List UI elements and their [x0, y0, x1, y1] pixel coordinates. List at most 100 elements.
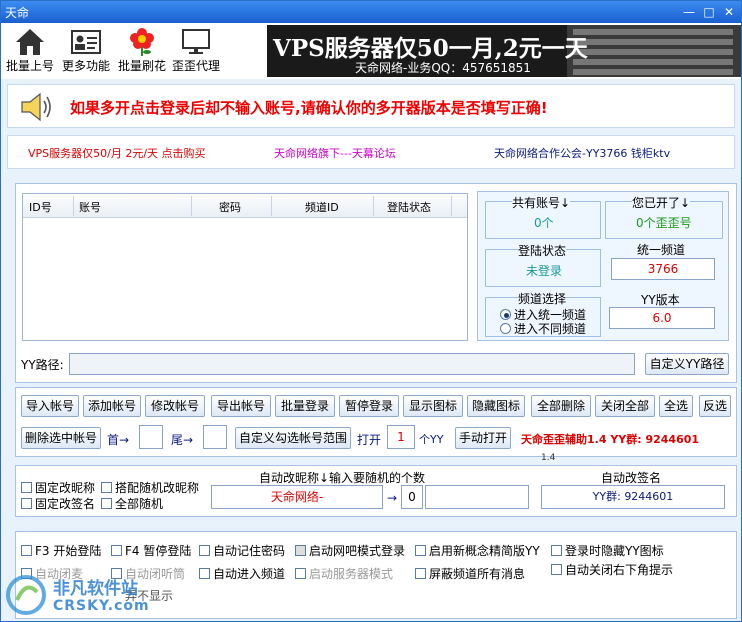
id-card-icon [71, 30, 101, 54]
batch-login-button[interactable]: 批量登录 [275, 395, 335, 417]
checkbox-icon [415, 545, 426, 556]
radio-different-channel[interactable]: 进入不同频道 [500, 320, 586, 337]
checkbox-icon [199, 545, 210, 556]
batch-flower-tool[interactable]: 批量刷花 [115, 27, 169, 77]
manual-open-button[interactable]: 手动打开 [455, 427, 511, 449]
random-nick-checkbox[interactable]: 搭配随机改昵称 [101, 479, 199, 496]
export-accounts-button[interactable]: 导出帐号 [211, 395, 271, 417]
open-unit-label: 个YY [419, 433, 444, 446]
auto-sign-label: 自动改签名 [601, 471, 662, 485]
col-password[interactable]: 密码 [219, 199, 241, 215]
login-status-label: 登陆状态 [518, 242, 567, 259]
col-id[interactable]: ID号 [29, 199, 52, 215]
title-bar[interactable]: 天命 — □ ✕ [1, 1, 741, 23]
first-index-input[interactable] [139, 425, 163, 449]
unified-channel-input[interactable]: 3766 [611, 258, 715, 280]
auto-channel-checkbox[interactable]: 自动进入频道 [199, 565, 285, 582]
select-all-button[interactable]: 全选 [659, 395, 693, 417]
block-messages-label: 屏蔽频道所有消息 [429, 567, 526, 581]
checkbox-icon [295, 545, 306, 556]
close-button[interactable]: ✕ [721, 4, 737, 20]
open-count-input[interactable]: 1 [387, 425, 415, 449]
custom-yy-path-button[interactable]: 自定义YY路径 [645, 353, 729, 375]
import-accounts-button[interactable]: 导入帐号 [21, 395, 79, 417]
watermark-en: CRSKY.com [53, 598, 150, 614]
block-messages-checkbox[interactable]: 屏蔽频道所有消息 [415, 565, 525, 582]
maximize-button[interactable]: □ [701, 4, 717, 20]
close-all-button[interactable]: 关闭全部 [595, 395, 655, 417]
nick-input[interactable]: 天命网络- [211, 485, 383, 509]
f3-start-checkbox[interactable]: F3 开始登陆 [21, 542, 101, 559]
tool-label: 批量刷花 [117, 59, 166, 73]
guild-link[interactable]: 天命网络合作公会-YY3766 钱柜ktv [494, 145, 670, 161]
hide-yy-icon-checkbox[interactable]: 登录时隐藏YY图标 [551, 542, 664, 559]
auto-close-tip-checkbox[interactable]: 自动关闭右下角提示 [551, 561, 673, 578]
random-count-input[interactable]: 0 [401, 485, 423, 509]
hide-icons-button[interactable]: 隐藏图标 [467, 395, 525, 417]
crsky-logo-icon [6, 575, 46, 615]
delete-selected-button[interactable]: 删除选中帐号 [21, 427, 101, 449]
fixed-sign-label: 固定改签名 [35, 497, 96, 511]
tail-index-input[interactable] [203, 425, 227, 449]
f4-pause-checkbox[interactable]: F4 暂停登陆 [111, 542, 191, 559]
version-small: 1.4 [541, 453, 556, 463]
new-concept-checkbox[interactable]: 启用新概念精简版YY [415, 542, 540, 559]
account-table[interactable]: ID号 账号 密码 频道ID 登陆状态 [22, 193, 468, 341]
yy-path-input[interactable] [69, 353, 635, 375]
server-mode-label: 启动服务器模式 [309, 567, 394, 581]
col-channel-id[interactable]: 频道ID [305, 199, 339, 215]
login-status-value: 未登录 [526, 264, 563, 278]
total-accounts-box: 共有账号↓ 0个 [485, 194, 601, 239]
notice-panel: 如果多开点击登录后却不输入账号,请确认你的多开器版本是否填写正确! [7, 84, 735, 128]
checkbox-icon [551, 545, 562, 556]
delete-all-button[interactable]: 全部删除 [531, 395, 591, 417]
banner-subline: 天命网络-业务QQ：457651851 [355, 61, 531, 75]
flower-icon [130, 28, 154, 56]
col-login-status[interactable]: 登陆状态 [387, 199, 431, 215]
forum-link[interactable]: 天命网络旗下---天幕论坛 [274, 145, 396, 161]
hide-yy-icon-label: 登录时隐藏YY图标 [565, 544, 664, 558]
yy-proxy-tool[interactable]: 歪歪代理 [171, 27, 221, 77]
watermark-cn: 非凡软件站 [53, 579, 138, 599]
more-functions-tool[interactable]: 更多功能 [59, 27, 113, 77]
tail-label: 尾→ [171, 433, 194, 447]
promo-text: 天命歪歪辅助1.4 YY群: 9244601 [521, 433, 700, 446]
netbar-mode-label: 启动网吧模式登录 [309, 544, 406, 558]
custom-range-button[interactable]: 自定义勾选帐号范围 [235, 427, 351, 449]
vps-banner[interactable]: VPS服务器仅50一月,2元一天 天命网络-业务QQ：457651851 [267, 25, 741, 77]
minimize-button[interactable]: — [681, 4, 697, 20]
random-nick-label: 搭配随机改昵称 [115, 481, 200, 495]
all-random-checkbox[interactable]: 全部随机 [101, 495, 163, 512]
remember-password-label: 自动记住密码 [213, 544, 286, 558]
speaker-icon [21, 92, 51, 122]
col-account[interactable]: 账号 [79, 199, 101, 215]
first-label: 首→ [107, 433, 130, 447]
random-extra-input[interactable] [425, 485, 529, 509]
checkbox-icon [21, 545, 32, 556]
notice-text: 如果多开点击登录后却不输入账号,请确认你的多开器版本是否填写正确! [70, 99, 548, 117]
auto-nick-label: 自动改昵称↓输入要随机的个数 [259, 471, 426, 485]
fixed-nick-checkbox[interactable]: 固定改昵称 [21, 479, 95, 496]
checkbox-icon [199, 568, 210, 579]
new-concept-label: 启用新概念精简版YY [429, 544, 540, 558]
invert-selection-button[interactable]: 反选 [699, 395, 731, 417]
yy-path-label: YY路径: [21, 358, 64, 372]
vps-buy-link[interactable]: VPS服务器仅50/月 2元/天 点击购买 [28, 145, 206, 161]
netbar-mode-checkbox[interactable]: 启动网吧模式登录 [295, 542, 405, 559]
opened-accounts-label: 您已开了↓ [632, 194, 691, 211]
checkbox-icon [21, 498, 32, 509]
remember-password-checkbox[interactable]: 自动记住密码 [199, 542, 285, 559]
total-accounts-label: 共有账号↓ [512, 194, 571, 211]
show-icons-button[interactable]: 显示图标 [403, 395, 463, 417]
fixed-sign-checkbox[interactable]: 固定改签名 [21, 495, 95, 512]
f3-label: F3 开始登陆 [35, 544, 102, 558]
pause-login-button[interactable]: 暂停登录 [339, 395, 399, 417]
edit-account-button[interactable]: 修改帐号 [145, 395, 205, 417]
batch-login-tool[interactable]: 批量上号 [5, 27, 55, 77]
add-account-button[interactable]: 添加帐号 [83, 395, 141, 417]
yy-version-input[interactable]: 6.0 [609, 307, 715, 329]
all-random-label: 全部随机 [115, 497, 164, 511]
arrow-label: → [387, 491, 398, 505]
server-mode-checkbox[interactable]: 启动服务器模式 [295, 565, 393, 582]
sign-input[interactable]: YY群: 9244601 [541, 485, 725, 509]
